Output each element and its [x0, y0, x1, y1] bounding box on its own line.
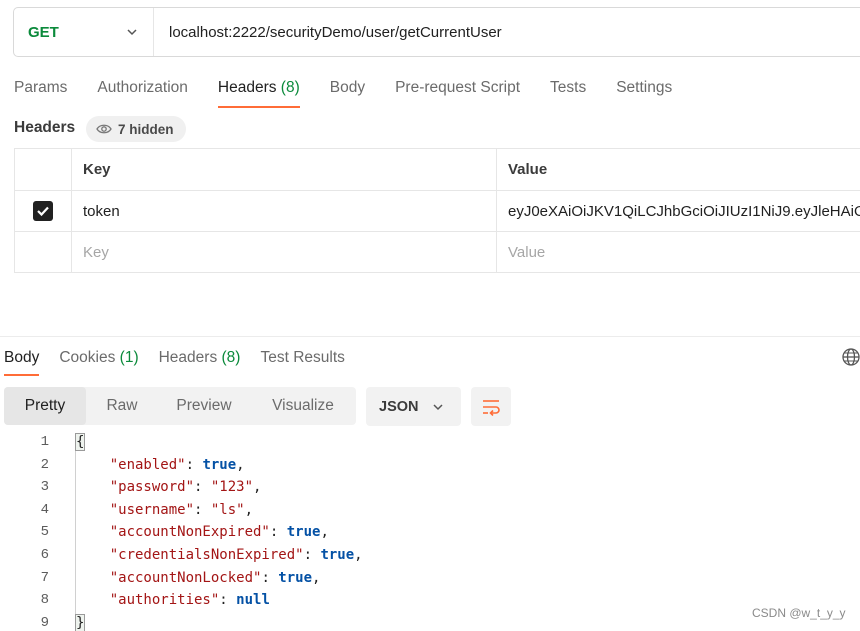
method-label: GET — [28, 23, 59, 41]
new-value-input[interactable]: Value — [497, 232, 860, 272]
line-number: 2 — [40, 457, 49, 473]
wrap-lines-button[interactable] — [471, 387, 511, 426]
table-header-row: Key Value — [15, 149, 860, 191]
line-number: 8 — [40, 592, 49, 608]
line-number: 4 — [40, 502, 49, 518]
tab-label: Settings — [616, 79, 673, 96]
line-number: 5 — [40, 524, 49, 540]
response-tabs: Body Cookies (1) Headers (8) Test Result… — [4, 346, 365, 376]
header-value-cell[interactable]: eyJ0eXAiOiJKV1QiLCJhbGciOiJIUzI1NiJ9.eyJ… — [497, 191, 860, 231]
code-line: { — [74, 433, 86, 451]
value-column-header: Value — [508, 161, 548, 178]
tab-count: (1) — [119, 349, 139, 366]
watermark: CSDN @w_t_y_y — [752, 606, 846, 620]
line-number: 1 — [40, 434, 49, 450]
tab-authorization[interactable]: Authorization — [97, 76, 187, 108]
pane-divider[interactable] — [0, 336, 860, 337]
globe-icon[interactable] — [841, 347, 860, 367]
row-check-cell — [15, 191, 72, 231]
wrap-lines-icon — [483, 399, 500, 416]
new-key-input[interactable]: Key — [72, 232, 497, 272]
code-line: "username": "ls", — [109, 502, 254, 518]
tab-label: Test Results — [260, 349, 345, 366]
tab-count: (8) — [221, 349, 241, 366]
code-line: "enabled": true, — [109, 457, 245, 473]
tab-settings[interactable]: Settings — [616, 76, 672, 108]
code-line: "credentialsNonExpired": true, — [109, 547, 363, 563]
headers-table: Key Value token eyJ0eXAiOiJKV1QiLCJhbGci… — [14, 148, 860, 273]
tab-cookies[interactable]: Cookies (1) — [59, 346, 138, 376]
request-tabs: Params Authorization Headers (8) Body Pr… — [14, 76, 702, 108]
view-mode-selector: Pretty Raw Preview Visualize — [4, 387, 356, 425]
check-column-header — [15, 149, 72, 190]
url-bar: GET localhost:2222/securityDemo/user/get… — [13, 7, 860, 57]
tab-label: Body — [4, 349, 40, 366]
tab-label: Tests — [550, 79, 587, 96]
tab-label: Authorization — [97, 79, 188, 96]
format-select[interactable]: JSON — [366, 387, 461, 426]
code-line: "accountNonExpired": true, — [109, 524, 329, 540]
tab-params[interactable]: Params — [14, 76, 67, 108]
tab-response-headers[interactable]: Headers (8) — [159, 346, 241, 376]
row-check-cell — [15, 232, 72, 272]
headers-title: Headers — [14, 119, 76, 136]
hidden-count-label: 7 hidden — [118, 121, 174, 137]
tab-label: Pre-request Script — [395, 79, 521, 96]
tab-label: Cookies — [59, 349, 116, 366]
checkmark-icon — [37, 206, 49, 217]
view-preview-button[interactable]: Preview — [158, 387, 250, 425]
url-input[interactable]: localhost:2222/securityDemo/user/getCurr… — [154, 24, 502, 41]
tab-label: Headers — [158, 349, 218, 366]
line-number: 3 — [40, 479, 49, 495]
tab-response-body[interactable]: Body — [4, 346, 40, 376]
header-key-cell[interactable]: token — [72, 191, 497, 231]
chevron-down-icon — [432, 403, 443, 410]
code-line: "accountNonLocked": true, — [109, 570, 321, 586]
view-pretty-button[interactable]: Pretty — [4, 387, 86, 425]
table-row: token eyJ0eXAiOiJKV1QiLCJhbGciOiJIUzI1Ni… — [15, 191, 860, 232]
method-select[interactable]: GET — [14, 8, 154, 56]
tab-headers[interactable]: Headers (8) — [217, 76, 300, 108]
table-row-empty: Key Value — [15, 232, 860, 272]
tab-label: Params — [14, 79, 68, 96]
view-raw-button[interactable]: Raw — [86, 387, 158, 425]
tab-label: Headers — [217, 79, 277, 96]
tab-tests[interactable]: Tests — [550, 76, 586, 108]
line-number: 6 — [40, 547, 49, 563]
format-label: JSON — [379, 398, 419, 415]
key-column-header: Key — [72, 149, 497, 190]
hidden-headers-toggle[interactable]: 7 hidden — [86, 116, 186, 142]
view-visualize-button[interactable]: Visualize — [250, 387, 356, 425]
code-line: "authorities": null — [109, 592, 270, 608]
row-checkbox[interactable] — [33, 201, 53, 221]
tab-pre-request-script[interactable]: Pre-request Script — [395, 76, 520, 108]
chevron-down-icon — [127, 29, 137, 36]
tab-count: (8) — [280, 79, 300, 96]
eye-icon — [96, 124, 112, 134]
tab-test-results[interactable]: Test Results — [260, 346, 344, 376]
line-number: 7 — [40, 570, 49, 586]
tab-body[interactable]: Body — [330, 76, 365, 108]
code-line: "password": "123", — [109, 479, 262, 495]
tab-label: Body — [329, 79, 366, 96]
